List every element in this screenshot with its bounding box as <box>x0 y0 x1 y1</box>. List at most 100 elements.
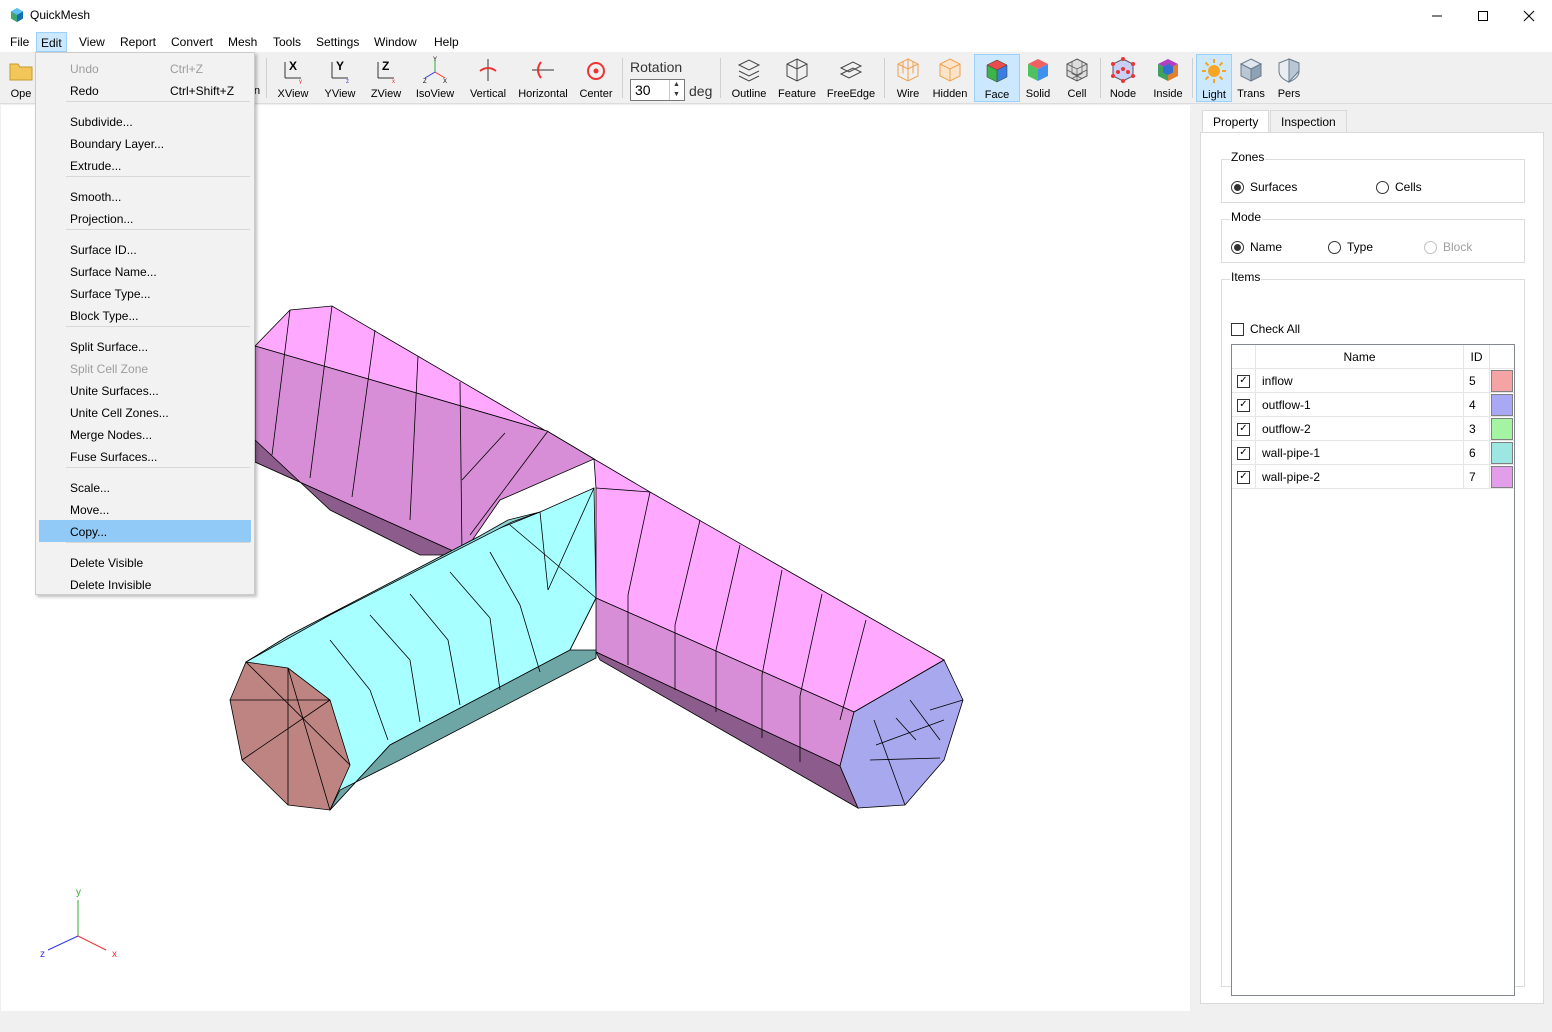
header-name[interactable]: Name <box>1256 345 1464 369</box>
light-button[interactable]: Light <box>1196 54 1232 102</box>
freeedge-button[interactable]: FreeEdge <box>824 54 878 102</box>
menu-item-unite-cell-zones[interactable]: Unite Cell Zones... <box>39 401 251 423</box>
menu-item-move[interactable]: Move... <box>39 498 251 520</box>
open-tool-label: Ope <box>10 88 32 100</box>
menu-item-subdivide[interactable]: Subdivide... <box>39 110 251 132</box>
inside-button[interactable]: Inside <box>1148 54 1188 102</box>
row-color-swatch[interactable] <box>1491 418 1513 440</box>
row-checkbox[interactable]: ✓ <box>1232 465 1256 489</box>
menu-item-block-type[interactable]: Block Type... <box>39 304 251 326</box>
menu-item-surface-id[interactable]: Surface ID... <box>39 238 251 260</box>
surfaces-label: Surfaces <box>1250 180 1298 194</box>
vertical-rotate-icon <box>479 59 497 81</box>
svg-text:x: x <box>392 79 395 84</box>
menu-item-label: Copy... <box>70 525 108 539</box>
menu-item-delete-invisible[interactable]: Delete Invisible <box>39 573 251 595</box>
zview-button[interactable]: Zx ZView <box>366 54 406 102</box>
wire-button[interactable]: Wire <box>890 54 926 102</box>
surfaces-radio[interactable]: Surfaces <box>1231 180 1297 194</box>
menu-edit[interactable]: Edit <box>36 32 67 52</box>
type-radio[interactable]: Type <box>1328 240 1373 254</box>
row-checkbox[interactable]: ✓ <box>1232 393 1256 417</box>
vertical-rotate-button[interactable]: Vertical <box>466 54 510 102</box>
minimize-button[interactable] <box>1414 0 1460 31</box>
table-header: Name ID <box>1232 345 1514 369</box>
menu-window[interactable]: Window <box>370 32 421 52</box>
maximize-button[interactable] <box>1460 0 1506 31</box>
table-row[interactable]: ✓ wall-pipe-2 7 <box>1232 465 1514 489</box>
cell-button[interactable]: Cell <box>1060 54 1094 102</box>
cells-radio[interactable]: Cells <box>1376 180 1422 194</box>
menu-item-extrude[interactable]: Extrude... <box>39 154 251 176</box>
check-all-checkbox[interactable]: Check All <box>1231 322 1300 336</box>
row-checkbox[interactable]: ✓ <box>1232 441 1256 465</box>
trans-button[interactable]: Trans <box>1234 54 1268 102</box>
checkmark-icon: ✓ <box>1237 398 1250 412</box>
outline-button[interactable]: Outline <box>728 54 770 102</box>
menu-item-redo[interactable]: Redo Ctrl+Shift+Z <box>39 79 251 101</box>
table-row[interactable]: ✓ inflow 5 <box>1232 369 1514 393</box>
node-button[interactable]: Node <box>1106 54 1140 102</box>
tab-property[interactable]: Property <box>1202 110 1270 133</box>
menu-settings[interactable]: Settings <box>312 32 363 52</box>
center-button[interactable]: Center <box>576 54 616 102</box>
isoview-button[interactable]: Y Z X IsoView <box>412 54 458 102</box>
hidden-cube-icon <box>939 58 961 82</box>
checkmark-icon: ✓ <box>1237 374 1250 388</box>
menu-item-projection[interactable]: Projection... <box>39 207 251 229</box>
menu-item-surface-type[interactable]: Surface Type... <box>39 282 251 304</box>
row-color-swatch[interactable] <box>1491 394 1513 416</box>
xview-button[interactable]: Xy XView <box>273 54 313 102</box>
axis-triad: y z x <box>40 887 117 960</box>
menu-item-merge-nodes[interactable]: Merge Nodes... <box>39 423 251 445</box>
yview-button[interactable]: Yz YView <box>320 54 360 102</box>
menu-item-copy[interactable]: Copy... <box>39 520 251 542</box>
name-radio[interactable]: Name <box>1231 240 1282 254</box>
svg-text:Y: Y <box>336 59 344 73</box>
table-row[interactable]: ✓ outflow-2 3 <box>1232 417 1514 441</box>
menu-view[interactable]: View <box>75 32 109 52</box>
row-color-swatch[interactable] <box>1491 370 1513 392</box>
header-id[interactable]: ID <box>1464 345 1490 369</box>
table-row[interactable]: ✓ outflow-1 4 <box>1232 393 1514 417</box>
menu-item-boundary-layer[interactable]: Boundary Layer... <box>39 132 251 154</box>
yview-axis-icon: Yz <box>331 59 349 84</box>
solid-cube-icon <box>1028 59 1048 81</box>
menu-item-label: Smooth... <box>70 190 122 204</box>
perspective-shield-icon <box>1278 58 1300 84</box>
menu-item-smooth[interactable]: Smooth... <box>39 185 251 207</box>
menu-item-surface-name[interactable]: Surface Name... <box>39 260 251 282</box>
close-button[interactable] <box>1506 0 1552 31</box>
rotation-spinner[interactable]: ▲ ▼ <box>669 80 683 100</box>
row-checkbox[interactable]: ✓ <box>1232 417 1256 441</box>
face-button[interactable]: Face <box>974 54 1020 102</box>
horizontal-rotate-button[interactable]: Horizontal <box>516 54 570 102</box>
table-row[interactable]: ✓ wall-pipe-1 6 <box>1232 441 1514 465</box>
pers-button[interactable]: Pers <box>1272 54 1306 102</box>
hidden-button[interactable]: Hidden <box>930 54 970 102</box>
menu-item-unite-surfaces[interactable]: Unite Surfaces... <box>39 379 251 401</box>
feature-button[interactable]: Feature <box>775 54 819 102</box>
menu-mesh[interactable]: Mesh <box>224 32 261 52</box>
solid-button[interactable]: Solid <box>1022 54 1054 102</box>
menu-convert[interactable]: Convert <box>167 32 217 52</box>
menu-report[interactable]: Report <box>116 32 160 52</box>
row-checkbox[interactable]: ✓ <box>1232 369 1256 393</box>
tab-inspection[interactable]: Inspection <box>1270 110 1347 132</box>
menu-item-split-surface[interactable]: Split Surface... <box>39 335 251 357</box>
type-label: Type <box>1347 240 1374 254</box>
maximize-icon <box>1478 10 1488 21</box>
menu-item-scale[interactable]: Scale... <box>39 476 251 498</box>
row-color-swatch[interactable] <box>1491 442 1513 464</box>
menu-help[interactable]: Help <box>430 32 463 52</box>
menu-item-label: Surface ID... <box>70 243 137 257</box>
property-tab-content: Zones Surfaces Cells Mode Name Type Bloc… <box>1200 132 1544 1004</box>
menu-item-label: Delete Visible <box>70 556 144 570</box>
menu-file[interactable]: File <box>6 32 33 52</box>
menu-item-delete-visible[interactable]: Delete Visible <box>39 551 251 573</box>
menu-item-fuse-surfaces[interactable]: Fuse Surfaces... <box>39 445 251 467</box>
menu-separator <box>66 101 250 102</box>
menu-tools[interactable]: Tools <box>269 32 305 52</box>
row-color-swatch[interactable] <box>1491 466 1513 488</box>
open-tool-button[interactable]: Ope <box>6 54 36 102</box>
